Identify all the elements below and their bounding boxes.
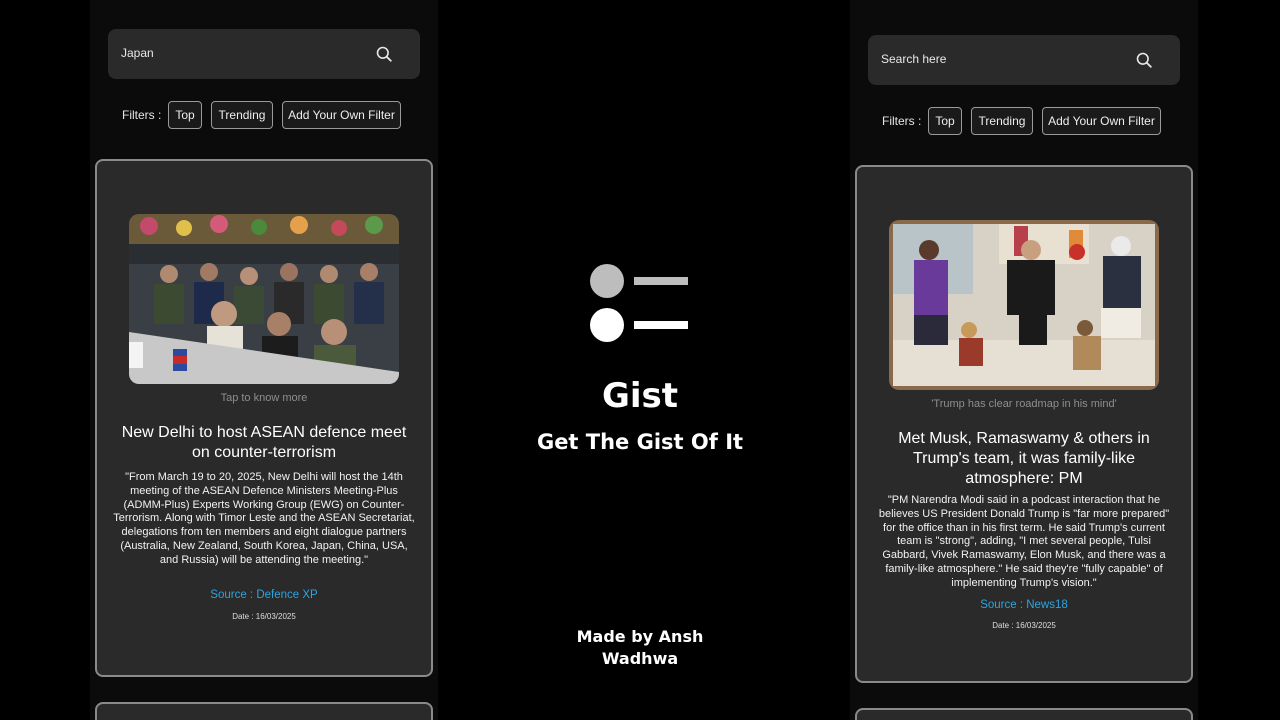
add-filter-button[interactable]: Add Your Own Filter (1042, 107, 1161, 135)
credit-text: Made by Ansh Wadhwa (576, 627, 704, 668)
filter-top-button[interactable]: Top (928, 107, 962, 135)
search-icon[interactable] (1136, 52, 1152, 68)
filter-bar: Filters : Top Trending Add Your Own Filt… (850, 106, 1198, 136)
search-bar[interactable]: Japan (108, 29, 420, 79)
news-photo[interactable] (889, 220, 1159, 390)
news-card[interactable]: Tap to know more New Delhi to host ASEAN… (95, 159, 433, 677)
right-phone-screen: Search here Filters : Top Trending Add Y… (850, 0, 1198, 720)
app-tagline: Get The Gist Of It (536, 430, 744, 454)
filter-trending-button[interactable]: Trending (971, 107, 1033, 135)
news-photo[interactable] (129, 214, 399, 384)
app-title: Gist (601, 376, 679, 416)
card-date: Date : 16/03/2025 (232, 612, 296, 621)
next-news-card[interactable] (95, 702, 433, 720)
card-headline: Met Musk, Ramaswamy & others in Trump's … (898, 430, 1150, 487)
gist-logo-icon (590, 264, 688, 342)
add-filter-button[interactable]: Add Your Own Filter (282, 101, 401, 129)
filter-bar: Filters : Top Trending Add Your Own Filt… (90, 100, 438, 130)
filter-trending-button[interactable]: Trending (211, 101, 273, 129)
card-summary: "PM Narendra Modi said in a podcast inte… (878, 494, 1170, 589)
card-caption[interactable]: Tap to know more (97, 392, 431, 404)
card-summary: "From March 19 to 20, 2025, New Delhi wi… (113, 471, 415, 566)
next-news-card[interactable] (855, 708, 1193, 720)
card-headline: New Delhi to host ASEAN defence meet on … (121, 424, 407, 461)
news-card[interactable]: 'Trump has clear roadmap in his mind' Me… (855, 165, 1193, 683)
source-link[interactable]: Source : Defence XP (97, 589, 431, 601)
search-input[interactable]: Search here (881, 52, 946, 66)
card-caption[interactable]: 'Trump has clear roadmap in his mind' (857, 398, 1191, 410)
source-link[interactable]: Source : News18 (857, 599, 1191, 611)
filters-label: Filters : (122, 108, 162, 122)
search-bar[interactable]: Search here (868, 35, 1180, 85)
search-input[interactable]: Japan (121, 46, 154, 60)
left-phone-screen: Japan Filters : Top Trending Add Your Ow… (90, 0, 438, 720)
filter-top-button[interactable]: Top (168, 101, 202, 129)
search-icon[interactable] (376, 46, 392, 62)
card-date: Date : 16/03/2025 (992, 621, 1056, 630)
filters-label: Filters : (882, 114, 922, 128)
